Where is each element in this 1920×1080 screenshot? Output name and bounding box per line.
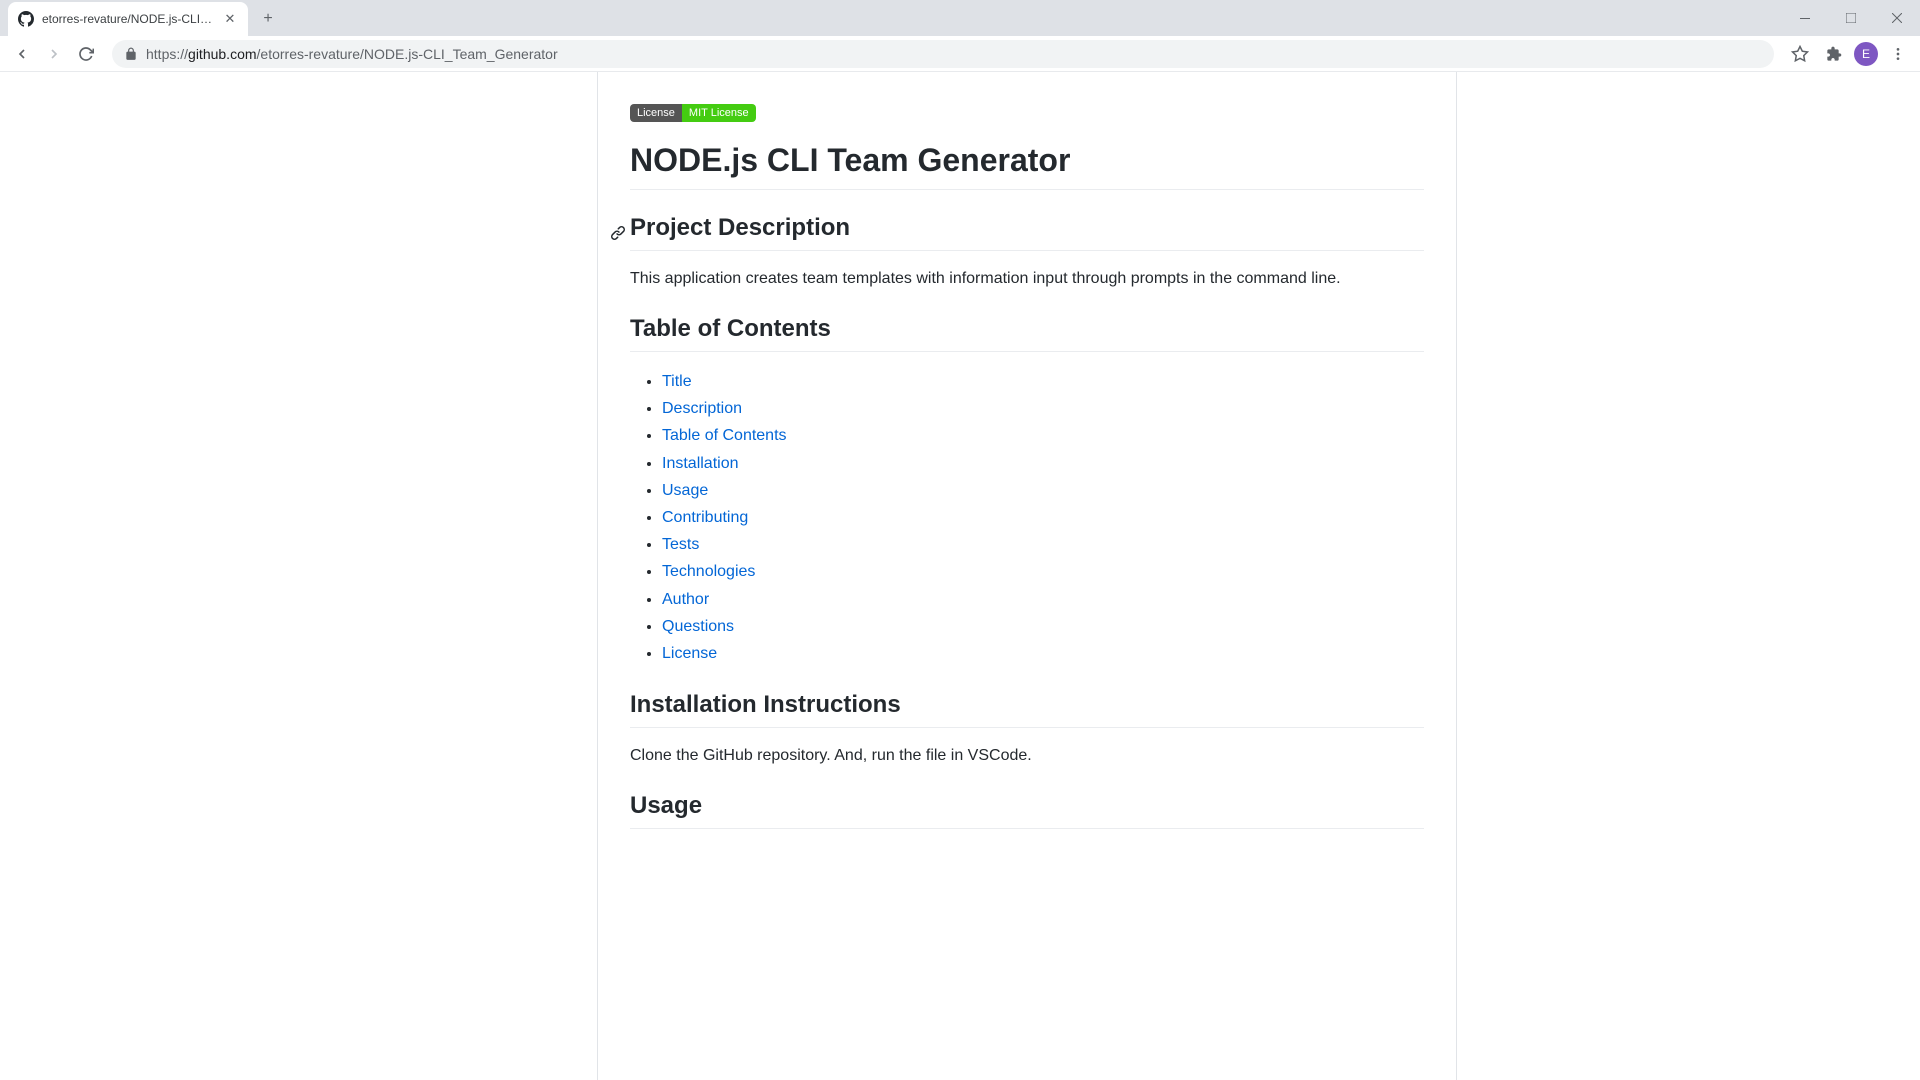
badge-label: License bbox=[630, 104, 682, 122]
toc-link[interactable]: Description bbox=[662, 400, 742, 417]
list-item: Technologies bbox=[662, 558, 1424, 585]
lock-icon bbox=[124, 47, 138, 61]
list-item: Usage bbox=[662, 477, 1424, 504]
list-item: Contributing bbox=[662, 504, 1424, 531]
browser-tab[interactable]: etorres-revature/NODE.js-CLI_Te ✕ bbox=[8, 2, 248, 36]
toc-link[interactable]: Technologies bbox=[662, 563, 755, 580]
extensions-icon[interactable] bbox=[1820, 40, 1848, 68]
close-tab-icon[interactable]: ✕ bbox=[222, 11, 238, 27]
toc-link[interactable]: Usage bbox=[662, 482, 708, 499]
toc-link[interactable]: Tests bbox=[662, 536, 699, 553]
heading-description: Project Description bbox=[630, 214, 1424, 251]
back-button[interactable] bbox=[8, 40, 36, 68]
heading-toc: Table of Contents bbox=[630, 315, 1424, 352]
tab-bar: etorres-revature/NODE.js-CLI_Te ✕ + bbox=[0, 0, 1920, 36]
minimize-button[interactable] bbox=[1782, 0, 1828, 36]
bookmark-star-icon[interactable] bbox=[1786, 40, 1814, 68]
forward-button[interactable] bbox=[40, 40, 68, 68]
nav-bar: https://github.com/etorres-revature/NODE… bbox=[0, 36, 1920, 72]
list-item: Author bbox=[662, 586, 1424, 613]
close-window-button[interactable] bbox=[1874, 0, 1920, 36]
list-item: Title bbox=[662, 368, 1424, 395]
toc-link[interactable]: Contributing bbox=[662, 509, 748, 526]
toc-link[interactable]: License bbox=[662, 645, 717, 662]
install-text: Clone the GitHub repository. And, run th… bbox=[630, 744, 1424, 768]
list-item: Tests bbox=[662, 531, 1424, 558]
toc-link[interactable]: Questions bbox=[662, 618, 734, 635]
description-text: This application creates team templates … bbox=[630, 267, 1424, 291]
anchor-link-icon[interactable] bbox=[610, 220, 626, 248]
url-text: https://github.com/etorres-revature/NODE… bbox=[146, 46, 558, 62]
readme-title: NODE.js CLI Team Generator bbox=[630, 142, 1424, 190]
toc-list: Title Description Table of Contents Inst… bbox=[630, 368, 1424, 667]
list-item: Questions bbox=[662, 613, 1424, 640]
address-bar[interactable]: https://github.com/etorres-revature/NODE… bbox=[112, 40, 1774, 68]
maximize-button[interactable] bbox=[1828, 0, 1874, 36]
toc-link[interactable]: Table of Contents bbox=[662, 427, 787, 444]
toc-link[interactable]: Installation bbox=[662, 455, 739, 472]
reload-button[interactable] bbox=[72, 40, 100, 68]
heading-usage: Usage bbox=[630, 792, 1424, 829]
toc-link[interactable]: Author bbox=[662, 591, 709, 608]
license-badge[interactable]: License MIT License bbox=[630, 104, 756, 122]
profile-avatar[interactable]: E bbox=[1854, 42, 1878, 66]
readme-container: License MIT License NODE.js CLI Team Gen… bbox=[597, 72, 1457, 1080]
chrome-menu-icon[interactable] bbox=[1884, 40, 1912, 68]
page-viewport[interactable]: License MIT License NODE.js CLI Team Gen… bbox=[0, 72, 1920, 1080]
list-item: License bbox=[662, 640, 1424, 667]
list-item: Installation bbox=[662, 450, 1424, 477]
list-item: Description bbox=[662, 395, 1424, 422]
window-controls bbox=[1782, 0, 1920, 36]
tab-title: etorres-revature/NODE.js-CLI_Te bbox=[42, 12, 214, 26]
new-tab-button[interactable]: + bbox=[254, 5, 282, 33]
list-item: Table of Contents bbox=[662, 422, 1424, 449]
heading-install: Installation Instructions bbox=[630, 691, 1424, 728]
toc-link[interactable]: Title bbox=[662, 373, 692, 390]
github-favicon-icon bbox=[18, 11, 34, 27]
badge-value: MIT License bbox=[682, 104, 756, 122]
